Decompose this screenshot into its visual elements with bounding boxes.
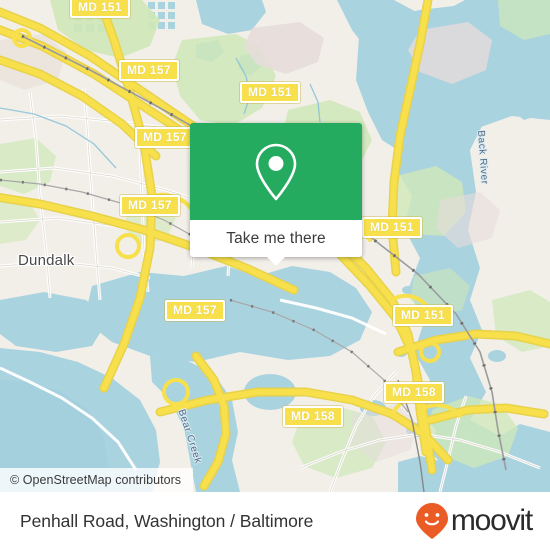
moovit-pin-smile-icon — [415, 503, 448, 539]
moovit-map-screenshot: Dundalk Back River Bear Creek MD 151 MD … — [0, 0, 550, 550]
moovit-wordmark: moovit — [450, 504, 533, 537]
map-attribution[interactable]: © OpenStreetMap contributors — [0, 468, 194, 492]
popup-header — [190, 123, 362, 220]
moovit-logo[interactable]: moovit — [415, 502, 533, 540]
page-title: Penhall Road, Washington / Baltimore — [20, 510, 314, 531]
take-me-there-label: Take me there — [226, 229, 326, 247]
popup-action-bar[interactable]: Take me there — [190, 220, 362, 266]
popup-pointer — [266, 256, 286, 266]
map-pin-icon — [255, 143, 297, 200]
location-popup[interactable]: Take me there — [190, 123, 362, 266]
footer-bar: Penhall Road, Washington / Baltimore moo… — [0, 492, 550, 550]
map-canvas[interactable]: Dundalk Back River Bear Creek MD 151 MD … — [0, 0, 550, 492]
